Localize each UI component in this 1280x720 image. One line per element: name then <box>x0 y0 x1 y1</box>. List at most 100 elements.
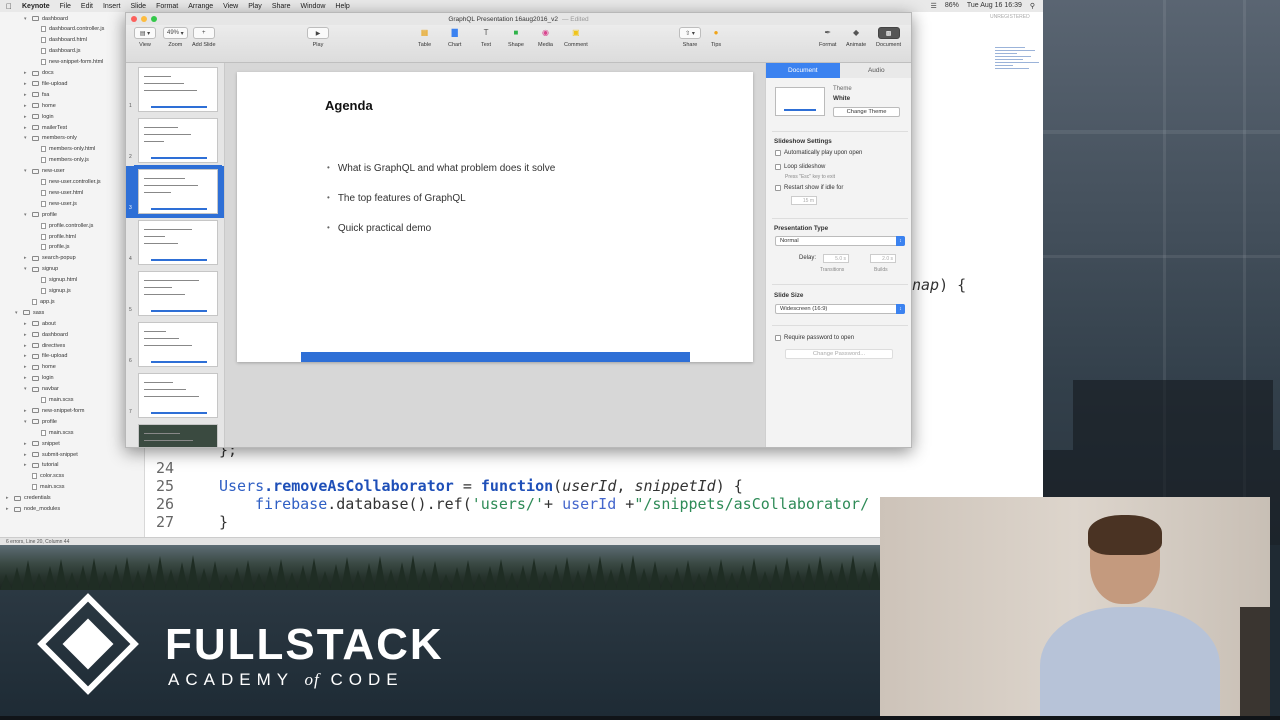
slide-title[interactable]: Agenda <box>325 98 373 113</box>
chevron-right-icon[interactable]: ▸ <box>24 353 29 359</box>
chevron-right-icon[interactable]: ▸ <box>6 506 11 512</box>
tree-folder[interactable]: ▾ sass <box>0 307 44 318</box>
slide-thumbnail[interactable] <box>138 271 218 316</box>
table-button[interactable]: ▦ Table <box>418 27 431 48</box>
tree-folder[interactable]: ▸ home <box>0 100 56 111</box>
presentation-type-select[interactable]: Normal ↕ <box>775 236 905 246</box>
tree-folder[interactable]: ▸ login <box>0 373 54 384</box>
tree-file[interactable]: dashboard.html <box>0 35 87 46</box>
tree-folder[interactable]: ▸ submit-snippet <box>0 449 78 460</box>
chevron-right-icon[interactable]: ▸ <box>24 114 29 120</box>
chevron-right-icon[interactable]: ▸ <box>24 332 29 338</box>
menu-edit[interactable]: Edit <box>81 3 93 10</box>
tree-folder[interactable]: ▾ members-only <box>0 133 77 144</box>
restart-idle-checkbox[interactable]: Restart show if idle for <box>775 185 843 191</box>
tree-folder[interactable]: ▸ login <box>0 111 54 122</box>
tree-folder[interactable]: ▸ mailerTest <box>0 122 67 133</box>
idle-time-field[interactable]: 15 m <box>791 196 817 205</box>
code-line[interactable]: 24 <box>145 458 1043 477</box>
text-button[interactable]: T Text <box>481 27 491 48</box>
tree-file[interactable]: main.scss <box>0 427 73 438</box>
chevron-right-icon[interactable]: ▸ <box>24 375 29 381</box>
tree-folder[interactable]: ▸ new-snippet-form <box>0 405 85 416</box>
slide-size-select[interactable]: Widescreen (16:9) ↕ <box>775 304 905 314</box>
chevron-down-icon[interactable]: ▾ <box>24 212 29 218</box>
tree-folder[interactable]: ▸ tutorial <box>0 460 59 471</box>
tree-folder[interactable]: ▸ node_modules <box>0 504 60 515</box>
chevron-down-icon[interactable]: ▾ <box>24 386 29 392</box>
format-button[interactable]: ✒ Format <box>819 27 836 48</box>
tree-folder[interactable]: ▾ dashboard <box>0 13 68 24</box>
menu-file[interactable]: File <box>60 3 71 10</box>
slide-thumbnail[interactable] <box>138 424 218 447</box>
code-line[interactable]: 25 Users.removeAsCollaborator = function… <box>145 476 1043 495</box>
spotlight-icon[interactable]: ⚲ <box>1030 2 1035 10</box>
wifi-icon[interactable]: ☰ <box>931 2 937 10</box>
tree-file[interactable]: color.scss <box>0 471 64 482</box>
slide-thumbnail[interactable] <box>138 67 218 112</box>
zoom-button[interactable]: 49% ▾ Zoom <box>163 27 188 48</box>
slide-thumbnail[interactable] <box>138 118 218 163</box>
menu-slide[interactable]: Slide <box>130 3 146 10</box>
chevron-right-icon[interactable]: ▸ <box>24 343 29 349</box>
tree-file[interactable]: main.scss <box>0 482 64 493</box>
menu-app-name[interactable]: Keynote <box>22 3 50 10</box>
menu-window[interactable]: Window <box>301 3 326 10</box>
chevron-right-icon[interactable]: ▸ <box>24 103 29 109</box>
tree-folder[interactable]: ▸ fsa <box>0 89 49 100</box>
change-password-button[interactable]: Change Password... <box>785 349 893 359</box>
menu-arrange[interactable]: Arrange <box>188 3 213 10</box>
slide-navigator[interactable]: 12345678 <box>126 63 225 447</box>
tree-file[interactable]: profile.html <box>0 231 76 242</box>
tree-folder[interactable]: ▸ snippet <box>0 438 60 449</box>
tree-file[interactable]: dashboard.controller.js <box>0 24 104 35</box>
chevron-down-icon[interactable]: ▾ <box>24 16 29 22</box>
chevron-right-icon[interactable]: ▸ <box>24 92 29 98</box>
tree-file[interactable]: new-snippet-form.html <box>0 57 103 68</box>
require-password-checkbox[interactable]: Require password to open <box>775 335 854 341</box>
slide-thumbnail[interactable] <box>134 165 222 218</box>
slide-thumbnail[interactable] <box>138 373 218 418</box>
tree-folder[interactable]: ▾ profile <box>0 209 57 220</box>
tree-folder[interactable]: ▸ docs <box>0 68 54 79</box>
chevron-down-icon[interactable]: ▾ <box>15 310 20 316</box>
tab-audio[interactable]: Audio <box>839 63 911 78</box>
tree-folder[interactable]: ▸ dashboard <box>0 329 68 340</box>
tree-file[interactable]: signup.html <box>0 275 77 286</box>
chevron-right-icon[interactable]: ▸ <box>24 255 29 261</box>
slide-thumbnail[interactable] <box>138 220 218 265</box>
menu-insert[interactable]: Insert <box>103 3 121 10</box>
comment-button[interactable]: ▣ Comment <box>564 27 588 48</box>
loop-slideshow-checkbox[interactable]: Loop slideshow <box>775 164 825 170</box>
code-fragment[interactable]: nap) { <box>912 276 966 294</box>
change-theme-button[interactable]: Change Theme <box>833 107 900 117</box>
menu-share[interactable]: Share <box>272 3 291 10</box>
tree-file[interactable]: dashboard.js <box>0 46 81 57</box>
menu-clock[interactable]: Tue Aug 16 16:39 <box>967 2 1022 10</box>
tree-folder[interactable]: ▾ profile <box>0 416 57 427</box>
chevron-down-icon[interactable]: ▾ <box>24 419 29 425</box>
tree-folder[interactable]: ▸ file-upload <box>0 351 67 362</box>
tree-file[interactable]: app.js <box>0 296 55 307</box>
builds-delay-field[interactable]: 2.0 s <box>870 254 896 263</box>
tree-file[interactable]: members-only.js <box>0 155 89 166</box>
menu-view[interactable]: View <box>223 3 238 10</box>
current-slide[interactable]: Agenda • What is GraphQL and what problem… <box>237 72 753 362</box>
menu-help[interactable]: Help <box>335 3 349 10</box>
chevron-right-icon[interactable]: ▸ <box>6 495 11 501</box>
chevron-right-icon[interactable]: ▸ <box>24 462 29 468</box>
tree-file[interactable]: members-only.html <box>0 144 95 155</box>
zoom-window-button[interactable] <box>151 16 157 22</box>
chevron-right-icon[interactable]: ▸ <box>24 408 29 414</box>
project-file-tree[interactable]: ▾ dashboard dashboard.controller.js dashboa… <box>0 12 145 538</box>
tree-folder[interactable]: ▸ about <box>0 318 56 329</box>
slide-canvas[interactable]: Agenda • What is GraphQL and what problem… <box>225 63 765 447</box>
tree-folder[interactable]: ▸ file-upload <box>0 78 67 89</box>
play-button[interactable]: ▶ Play <box>307 27 329 48</box>
chevron-right-icon[interactable]: ▸ <box>24 321 29 327</box>
chevron-right-icon[interactable]: ▸ <box>24 452 29 458</box>
chevron-right-icon[interactable]: ▸ <box>24 81 29 87</box>
auto-play-checkbox[interactable]: Automatically play upon open <box>775 150 862 156</box>
shape-button[interactable]: ■ Shape <box>508 27 524 48</box>
tree-folder[interactable]: ▾ new-user <box>0 166 65 177</box>
